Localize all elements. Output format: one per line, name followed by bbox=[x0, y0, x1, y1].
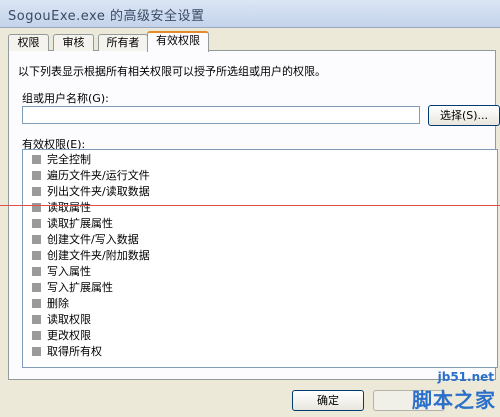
site-watermark: jb51.net 脚本之家 bbox=[395, 370, 500, 417]
checkbox[interactable] bbox=[32, 250, 41, 260]
permission-label: 读取权限 bbox=[47, 313, 91, 326]
title-bar: SogouExe.exe 的高级安全设置 bbox=[0, 0, 500, 28]
permission-item-read-ext-attributes[interactable]: 读取扩展属性 bbox=[32, 216, 113, 232]
permission-item-take-ownership[interactable]: 取得所有权 bbox=[32, 344, 102, 360]
checkbox[interactable] bbox=[32, 298, 41, 308]
permission-item-delete[interactable]: 删除 bbox=[32, 296, 69, 312]
permission-label: 删除 bbox=[47, 297, 69, 310]
permission-item-create-files[interactable]: 创建文件/写入数据 bbox=[32, 232, 139, 248]
checkbox[interactable] bbox=[32, 266, 41, 276]
checkbox[interactable] bbox=[32, 346, 41, 356]
permission-label: 创建文件/写入数据 bbox=[47, 233, 139, 246]
watermark-site: jb51.net bbox=[437, 370, 494, 384]
permission-item-write-ext-attributes[interactable]: 写入扩展属性 bbox=[32, 280, 113, 296]
watermark-name: 脚本之家 bbox=[412, 388, 496, 412]
permission-item-write-attributes[interactable]: 写入属性 bbox=[32, 264, 91, 280]
select-button[interactable]: 选择(S)... bbox=[428, 105, 500, 126]
checkbox[interactable] bbox=[32, 330, 41, 340]
permission-label: 创建文件夹/附加数据 bbox=[47, 249, 150, 262]
permission-label: 写入扩展属性 bbox=[47, 281, 113, 294]
permission-item-full-control[interactable]: 完全控制 bbox=[32, 152, 91, 168]
checkbox[interactable] bbox=[32, 314, 41, 324]
permission-label: 读取扩展属性 bbox=[47, 217, 113, 230]
permission-item-read-attributes[interactable]: 读取属性 bbox=[32, 200, 91, 216]
checkbox[interactable] bbox=[32, 282, 41, 292]
tab-auditing[interactable]: 审核 bbox=[53, 34, 94, 51]
checkbox[interactable] bbox=[32, 218, 41, 228]
permissions-list: 完全控制 遍历文件夹/运行文件 列出文件夹/读取数据 读取属性 读取扩展属性 创… bbox=[22, 149, 498, 368]
checkbox[interactable] bbox=[32, 234, 41, 244]
permission-item-create-folders[interactable]: 创建文件夹/附加数据 bbox=[32, 248, 150, 264]
checkbox[interactable] bbox=[32, 154, 41, 164]
ok-button[interactable]: 确定 bbox=[292, 390, 364, 411]
tab-effective-permissions[interactable]: 有效权限 bbox=[147, 31, 209, 52]
permission-item-change-permissions[interactable]: 更改权限 bbox=[32, 328, 91, 344]
checkbox[interactable] bbox=[32, 170, 41, 180]
permission-label: 更改权限 bbox=[47, 329, 91, 342]
red-guide-line bbox=[0, 205, 500, 206]
checkbox[interactable] bbox=[32, 186, 41, 196]
tab-permissions[interactable]: 权限 bbox=[8, 34, 49, 51]
permission-label: 写入属性 bbox=[47, 265, 91, 278]
group-user-label: 组或用户名称(G): bbox=[22, 92, 109, 105]
group-user-field[interactable] bbox=[22, 106, 420, 124]
permission-label: 读取属性 bbox=[47, 201, 91, 214]
tab-owner[interactable]: 所有者 bbox=[98, 34, 148, 51]
permission-item-read-permissions[interactable]: 读取权限 bbox=[32, 312, 91, 328]
permission-label: 列出文件夹/读取数据 bbox=[47, 185, 150, 198]
permission-item-traverse[interactable]: 遍历文件夹/运行文件 bbox=[32, 168, 150, 184]
permission-label: 取得所有权 bbox=[47, 345, 102, 358]
permission-item-list-folder[interactable]: 列出文件夹/读取数据 bbox=[32, 184, 150, 200]
window-title: SogouExe.exe 的高级安全设置 bbox=[8, 9, 205, 24]
permission-label: 完全控制 bbox=[47, 153, 91, 166]
permission-label: 遍历文件夹/运行文件 bbox=[47, 169, 150, 182]
checkbox[interactable] bbox=[32, 202, 41, 212]
panel-description: 以下列表显示根据所有相关权限可以授予所选组或用户的权限。 bbox=[18, 65, 326, 78]
